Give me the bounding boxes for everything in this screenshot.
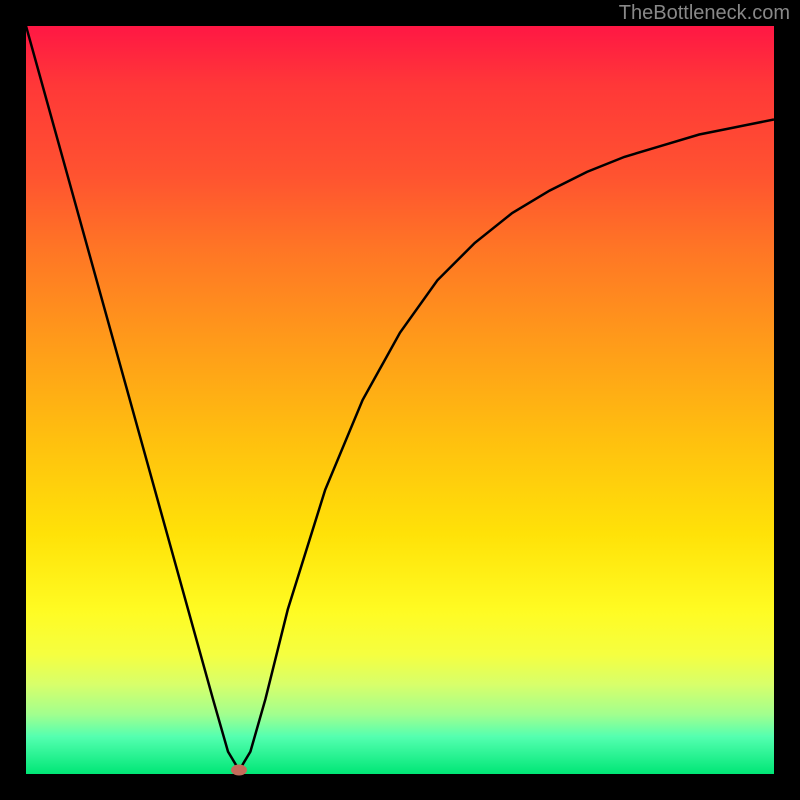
watermark-text: TheBottleneck.com [619,2,790,25]
chart-plot-area [26,26,774,774]
minimum-marker [231,765,247,776]
bottleneck-curve [26,26,774,774]
